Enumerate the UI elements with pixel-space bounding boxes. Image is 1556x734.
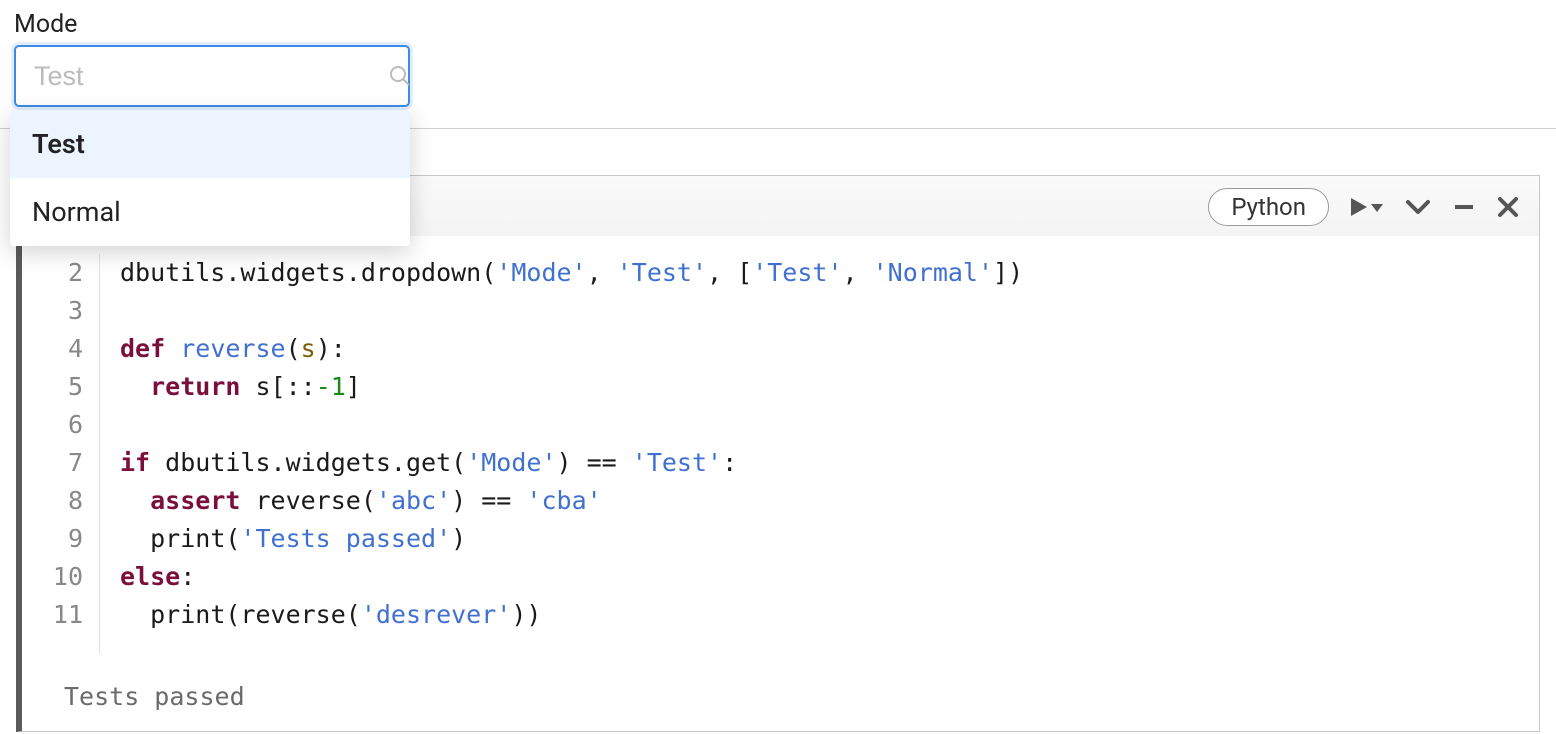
line-number: 7 — [22, 444, 83, 482]
code-line: return s[::-1] — [120, 368, 1023, 406]
chevron-down-icon[interactable] — [1405, 196, 1431, 218]
code-line: else: — [120, 558, 1023, 596]
code-line — [120, 292, 1023, 330]
cell-toolbar: Python — [1208, 188, 1519, 226]
line-number: 3 — [22, 292, 83, 330]
notebook-cell: Python 2 3 4 5 — [16, 175, 1540, 732]
mode-dropdown: Test Normal — [10, 110, 410, 246]
code-line: if dbutils.widgets.get('Mode') == 'Test'… — [120, 444, 1023, 482]
line-number: 11 — [22, 596, 83, 634]
mode-combobox[interactable] — [14, 45, 410, 107]
dropdown-option-normal[interactable]: Normal — [10, 178, 410, 246]
code-line: def reverse(s): — [120, 330, 1023, 368]
dropdown-option-test[interactable]: Test — [10, 110, 410, 178]
minimize-icon[interactable] — [1453, 196, 1475, 218]
code-line: print(reverse('desrever')) — [120, 596, 1023, 634]
line-number: 9 — [22, 520, 83, 558]
search-icon — [388, 64, 412, 88]
code-line — [120, 406, 1023, 444]
code-line: assert reverse('abc') == 'cba' — [120, 482, 1023, 520]
mode-input[interactable] — [34, 61, 388, 92]
line-number: 2 — [22, 254, 83, 292]
code-line: dbutils.widgets.dropdown('Mode', 'Test',… — [120, 254, 1023, 292]
run-icon[interactable] — [1351, 196, 1383, 218]
line-number: 8 — [22, 482, 83, 520]
line-number: 10 — [22, 558, 83, 596]
line-number: 4 — [22, 330, 83, 368]
cell-output: Tests passed — [22, 654, 1539, 711]
line-number: 5 — [22, 368, 83, 406]
language-selector[interactable]: Python — [1208, 188, 1329, 226]
code-line: print('Tests passed') — [120, 520, 1023, 558]
line-gutter: 2 3 4 5 6 7 8 9 10 11 — [22, 254, 100, 654]
line-number: 6 — [22, 406, 83, 444]
widget-label: Mode — [14, 10, 1542, 39]
close-icon[interactable] — [1497, 196, 1519, 218]
code-editor[interactable]: dbutils.widgets.dropdown('Mode', 'Test',… — [100, 254, 1023, 654]
